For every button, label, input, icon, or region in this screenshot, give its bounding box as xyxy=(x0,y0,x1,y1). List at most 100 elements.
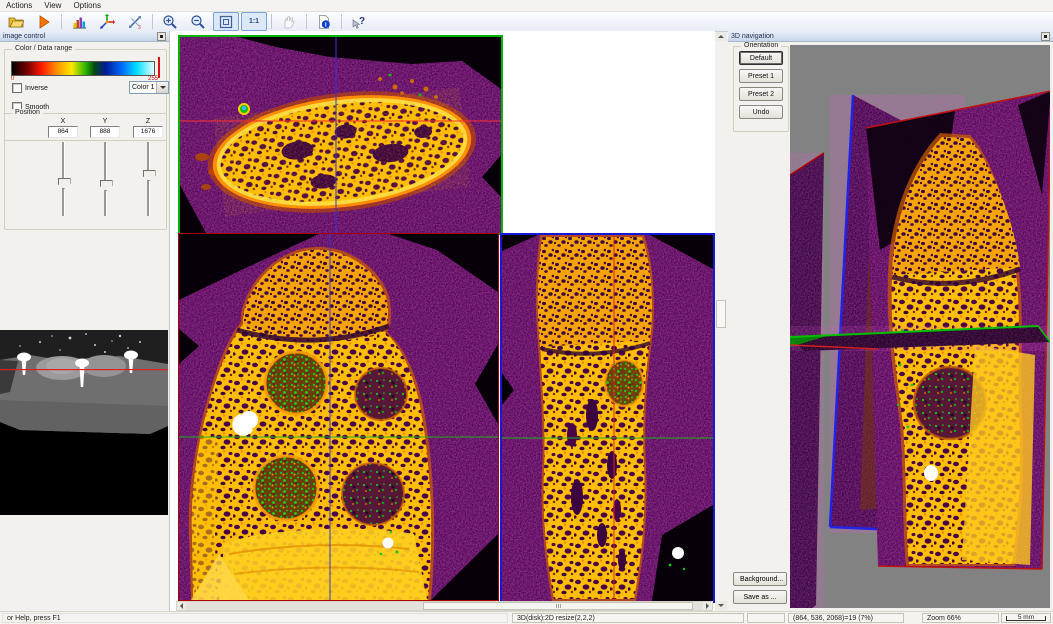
preview-crosshair-line[interactable] xyxy=(0,369,168,370)
context-help-button[interactable]: ? xyxy=(346,12,372,31)
vertical-scrollbar[interactable] xyxy=(715,32,727,610)
palette-select[interactable]: Color 1 xyxy=(129,81,169,94)
toolbar: 3 1:1 i ? xyxy=(0,12,1053,32)
export-info-button[interactable]: i xyxy=(311,12,337,31)
status-zoom: Zoom 66% xyxy=(922,613,999,623)
scroll-thumb[interactable] xyxy=(423,602,693,610)
y-slider-thumb[interactable] xyxy=(100,180,113,191)
coronal-view[interactable] xyxy=(178,233,499,601)
position-column-y: Y 888 xyxy=(85,118,125,216)
position-column-z: Z 1676 xyxy=(128,118,168,216)
toolbar-separator xyxy=(152,14,153,29)
vertical-scroll-thumb[interactable] xyxy=(716,300,726,328)
position-column-x: X 864 xyxy=(43,118,83,216)
inverse-label: Inverse xyxy=(25,85,48,92)
open-folder-icon xyxy=(8,14,24,30)
axis-label-x: X xyxy=(43,118,83,125)
orientation-group: Orientation Default Preset 1 Preset 2 Un… xyxy=(733,46,789,132)
zoom-in-button[interactable] xyxy=(157,12,183,31)
zoom-out-button[interactable] xyxy=(185,12,211,31)
save-as-button[interactable]: Save as ... xyxy=(733,590,787,604)
fit-to-window-icon xyxy=(218,14,234,30)
sagittal-bone xyxy=(536,235,654,601)
colorbar[interactable] xyxy=(11,61,155,76)
pan-button[interactable] xyxy=(276,12,302,31)
image-control-panel: image control Color / Data range 0 255 I… xyxy=(0,31,170,611)
status-bar: or Help, press F1 3D(disk):2D resize(2,2… xyxy=(0,611,1053,624)
x-slider[interactable] xyxy=(53,142,73,216)
one-to-one-icon: 1:1 xyxy=(249,18,259,25)
palette-value: Color 1 xyxy=(130,84,156,91)
horizontal-scrollbar[interactable] xyxy=(176,601,713,611)
panel-close-button[interactable] xyxy=(157,32,166,41)
play-icon xyxy=(36,14,52,30)
y-value-field[interactable]: 888 xyxy=(90,126,120,138)
axes-3d-icon xyxy=(99,14,115,30)
menu-bar: Actions View Options xyxy=(0,0,1053,12)
menu-item-options[interactable]: Options xyxy=(67,1,107,10)
svg-text:?: ? xyxy=(359,16,365,27)
open-button[interactable] xyxy=(3,12,29,31)
resize-button[interactable]: 3 xyxy=(122,12,148,31)
toolbar-separator xyxy=(341,14,342,29)
implant-marker xyxy=(672,547,684,559)
nav3d-header: 3D navigation xyxy=(728,31,1053,42)
app-window: Actions View Options 3 1:1 i ? image con… xyxy=(0,0,1053,624)
actual-size-button[interactable]: 1:1 xyxy=(241,12,267,31)
z-slider-thumb[interactable] xyxy=(143,170,156,181)
toolbar-separator xyxy=(61,14,62,29)
scroll-track[interactable] xyxy=(186,602,703,610)
colorbar-max-marker[interactable] xyxy=(158,57,160,78)
play-button[interactable] xyxy=(31,12,57,31)
svg-text:i: i xyxy=(325,21,327,28)
x-value-field[interactable]: 864 xyxy=(48,126,78,138)
background-button[interactable]: Background... xyxy=(733,572,787,586)
zoom-in-icon xyxy=(162,14,178,30)
orientation-preset2-button[interactable]: Preset 2 xyxy=(739,87,783,101)
zoom-out-icon xyxy=(190,14,206,30)
hand-icon xyxy=(281,14,297,30)
preview-image[interactable] xyxy=(0,330,168,515)
status-position-info: (864, 536, 2068)=19 (7%) xyxy=(788,613,904,623)
axial-view[interactable] xyxy=(178,35,503,235)
svg-text:3: 3 xyxy=(138,25,141,30)
help-cursor-icon: ? xyxy=(351,14,367,30)
orientation-preset1-button[interactable]: Preset 1 xyxy=(739,69,783,83)
resize-arrows-icon: 3 xyxy=(127,14,143,30)
histogram-icon xyxy=(71,14,87,30)
status-blank xyxy=(747,613,785,623)
z-slider[interactable] xyxy=(138,142,158,216)
panel-close-button[interactable] xyxy=(1041,32,1050,41)
sagittal-view[interactable] xyxy=(500,233,715,603)
inverse-checkbox[interactable] xyxy=(12,83,22,93)
fit-to-window-button[interactable] xyxy=(213,12,239,31)
image-control-header: image control xyxy=(0,31,169,42)
orientation-undo-button[interactable]: Undo xyxy=(739,105,783,119)
z-value-field[interactable]: 1676 xyxy=(133,126,163,138)
panel-title: 3D navigation xyxy=(731,33,774,40)
x-slider-thumb[interactable] xyxy=(58,178,71,189)
scroll-left-arrow[interactable] xyxy=(177,602,186,610)
axis-label-z: Z xyxy=(128,118,168,125)
orientation-default-button[interactable]: Default xyxy=(739,51,783,65)
status-scale-bar: 5 mm xyxy=(1001,613,1051,623)
scroll-right-arrow[interactable] xyxy=(703,602,712,610)
menu-item-view[interactable]: View xyxy=(38,1,67,10)
toolbar-separator xyxy=(306,14,307,29)
menu-item-actions[interactable]: Actions xyxy=(0,1,38,10)
panel-title: image control xyxy=(3,33,45,40)
scroll-down-arrow[interactable] xyxy=(715,601,727,610)
histogram-button[interactable] xyxy=(66,12,92,31)
position-group: Position X 864 Y 888 Z 1676 xyxy=(4,113,167,230)
toolbar-separator xyxy=(271,14,272,29)
document-info-icon: i xyxy=(316,14,332,30)
dropdown-arrow-icon[interactable] xyxy=(156,82,168,93)
group-label: Position xyxy=(12,109,43,116)
scroll-up-arrow[interactable] xyxy=(715,32,727,41)
group-label: Orientation xyxy=(741,42,781,49)
y-slider[interactable] xyxy=(95,142,115,216)
view-3d-button[interactable] xyxy=(94,12,120,31)
group-label: Color / Data range xyxy=(12,45,75,52)
nav3d-viewport[interactable] xyxy=(790,45,1050,608)
status-help: or Help, press F1 xyxy=(2,613,508,623)
